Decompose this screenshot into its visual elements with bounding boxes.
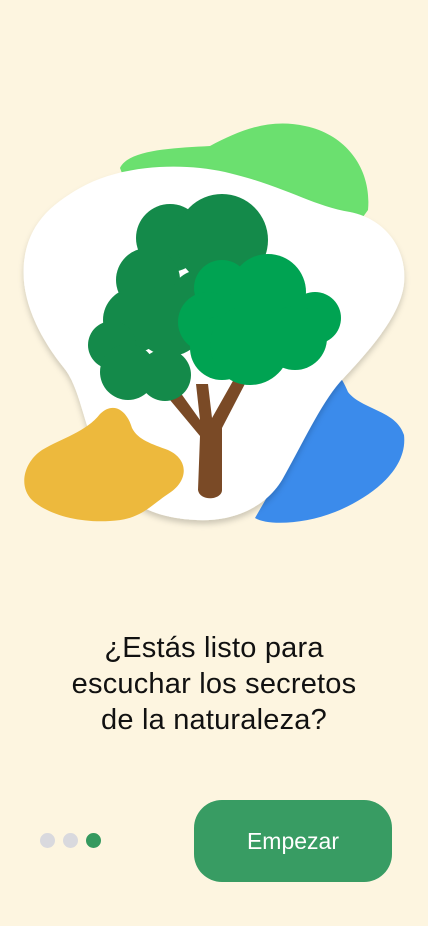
- page-indicator: [40, 833, 101, 848]
- start-button[interactable]: Empezar: [194, 800, 392, 882]
- onboarding-headline: ¿Estás listo para escuchar los secretos …: [24, 630, 404, 738]
- page-dot-2[interactable]: [63, 833, 78, 848]
- headline-line: ¿Estás listo para: [104, 632, 324, 664]
- headline-line: escuchar los secretos: [71, 668, 357, 700]
- page-dot-1[interactable]: [40, 833, 55, 848]
- page-dot-3-active[interactable]: [86, 833, 101, 848]
- headline-line: de la naturaleza?: [101, 704, 327, 736]
- illustration: [23, 123, 405, 523]
